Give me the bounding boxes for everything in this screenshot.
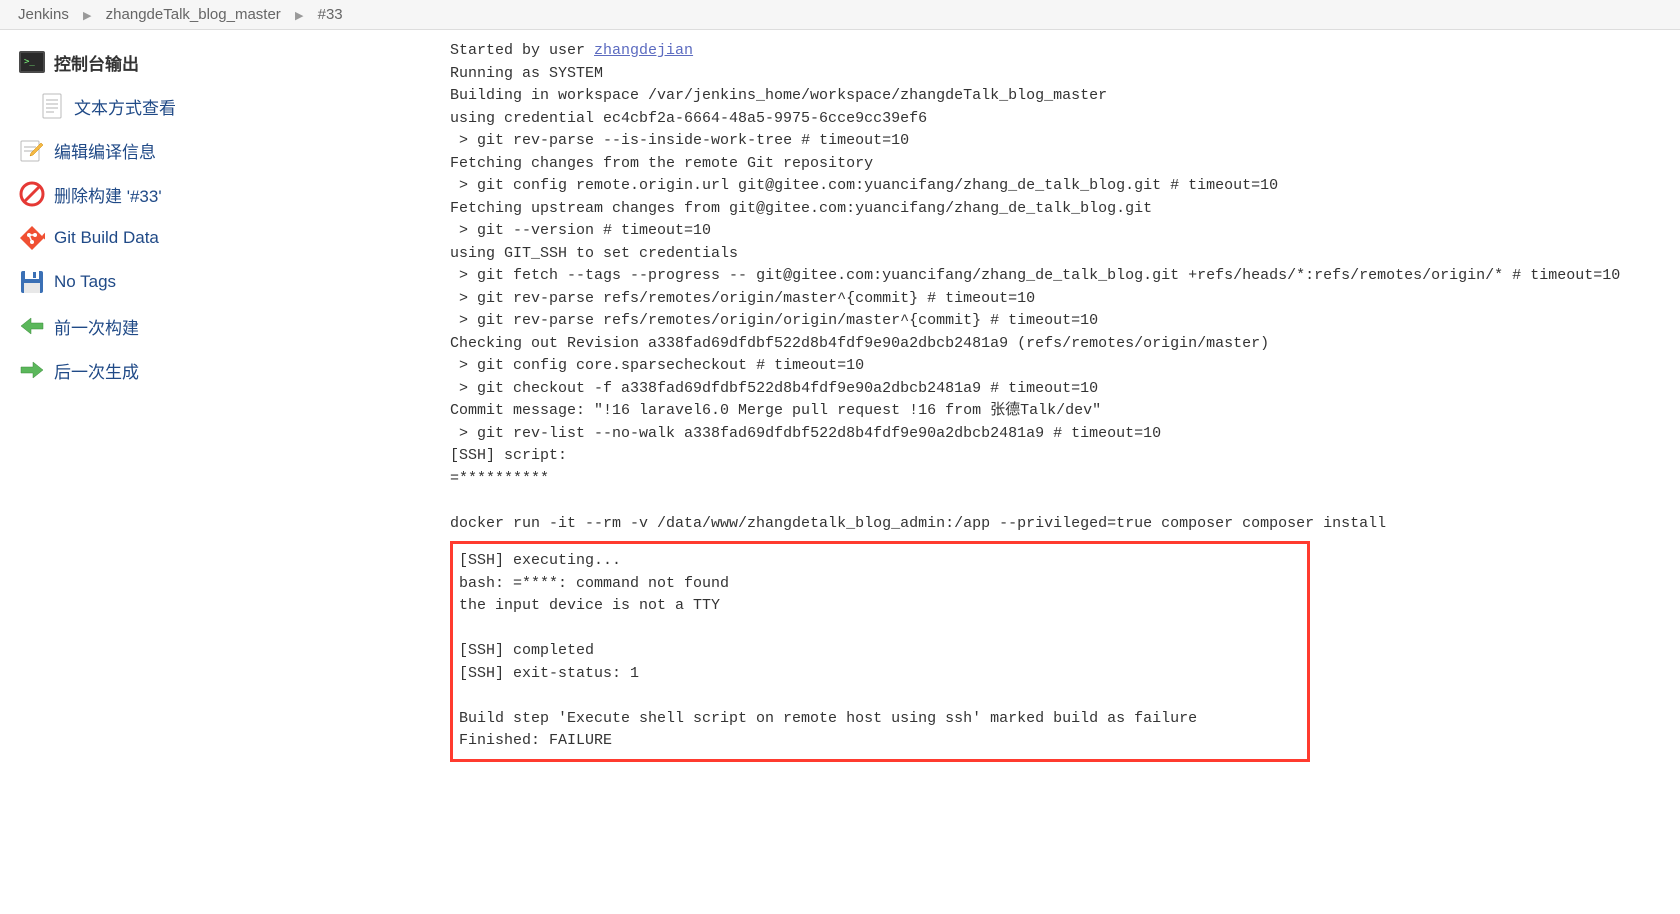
- breadcrumb-build[interactable]: #33: [318, 6, 343, 23]
- breadcrumb-project[interactable]: zhangdeTalk_blog_master: [106, 6, 281, 23]
- content-area: Started by user zhangdejian Running as S…: [440, 30, 1680, 772]
- sidebar: >_ 控制台输出 文本方式查看 编辑编译信息 删除构建 '#33': [0, 30, 440, 772]
- chevron-right-icon: ▶: [295, 10, 303, 22]
- sidebar-item-no-tags[interactable]: No Tags: [0, 260, 440, 304]
- sidebar-item-edit-build-info[interactable]: 编辑编译信息: [0, 128, 440, 172]
- sidebar-item-delete-build[interactable]: 删除构建 '#33': [0, 172, 440, 216]
- sidebar-item-label: Git Build Data: [54, 228, 159, 248]
- sidebar-item-previous-build[interactable]: 前一次构建: [0, 304, 440, 348]
- sidebar-item-label: 前一次构建: [54, 314, 139, 339]
- edit-icon: [18, 136, 46, 164]
- sidebar-item-label: 控制台输出: [54, 50, 139, 75]
- arrow-right-icon: [18, 356, 46, 384]
- svg-text:>_: >_: [24, 57, 35, 67]
- sidebar-item-label: No Tags: [54, 272, 116, 292]
- sidebar-item-next-build[interactable]: 后一次生成: [0, 348, 440, 392]
- sidebar-item-label: 编辑编译信息: [54, 138, 156, 163]
- save-icon: [18, 268, 46, 296]
- console-output: Started by user zhangdejian Running as S…: [450, 40, 1640, 535]
- chevron-right-icon: ▶: [83, 10, 91, 22]
- sidebar-item-git-build-data[interactable]: Git Build Data: [0, 216, 440, 260]
- sidebar-item-plain-text[interactable]: 文本方式查看: [0, 84, 440, 128]
- user-link[interactable]: zhangdejian: [594, 42, 693, 59]
- console-line: Started by user: [450, 42, 594, 59]
- sidebar-item-label: 后一次生成: [54, 358, 139, 383]
- terminal-icon: >_: [18, 48, 46, 76]
- breadcrumb-jenkins[interactable]: Jenkins: [18, 6, 69, 23]
- console-error-block: [SSH] executing... bash: =****: command …: [450, 541, 1310, 762]
- console-body: Running as SYSTEM Building in workspace …: [450, 65, 1620, 532]
- arrow-left-icon: [18, 312, 46, 340]
- git-icon: [18, 224, 46, 252]
- breadcrumb: Jenkins ▶ zhangdeTalk_blog_master ▶ #33: [0, 0, 1680, 30]
- delete-icon: [18, 180, 46, 208]
- sidebar-item-label: 删除构建 '#33': [54, 182, 162, 207]
- document-icon: [38, 92, 66, 120]
- sidebar-item-console-output[interactable]: >_ 控制台输出: [0, 40, 440, 84]
- sidebar-item-label: 文本方式查看: [74, 94, 176, 119]
